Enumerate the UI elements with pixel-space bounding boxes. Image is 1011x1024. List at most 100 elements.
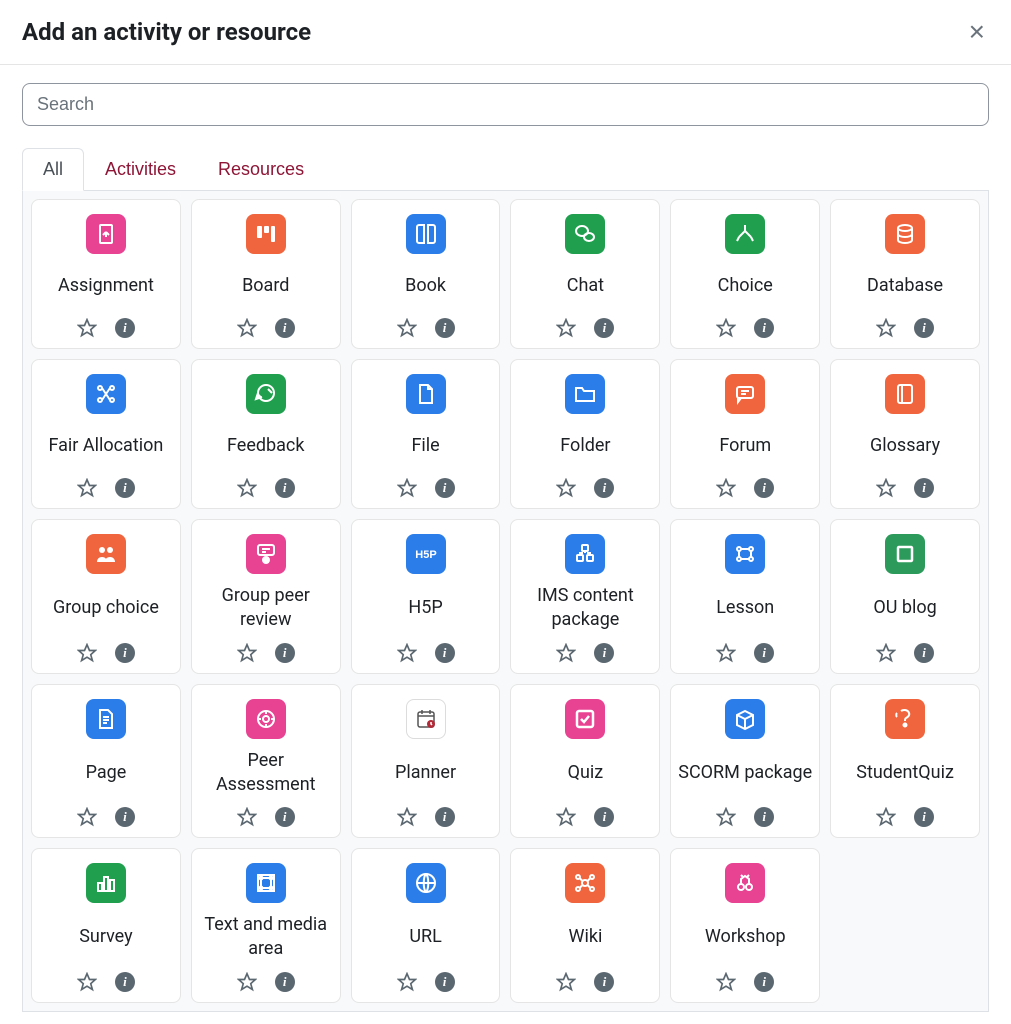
activity-label[interactable]: Workshop xyxy=(705,913,786,962)
info-icon[interactable]: i xyxy=(435,643,455,663)
activity-label[interactable]: Board xyxy=(242,264,289,308)
activity-card-assignment[interactable]: Assignment i xyxy=(31,199,181,349)
star-icon[interactable] xyxy=(77,478,97,498)
info-icon[interactable]: i xyxy=(115,478,135,498)
star-icon[interactable] xyxy=(77,318,97,338)
activity-card-chat[interactable]: Chati xyxy=(510,199,660,349)
star-icon[interactable] xyxy=(77,643,97,663)
activity-label[interactable]: StudentQuiz xyxy=(856,749,954,798)
star-icon[interactable] xyxy=(397,643,417,663)
activity-card-group-choice[interactable]: Group choice i xyxy=(31,519,181,674)
activity-label[interactable]: Fair Allocation xyxy=(48,424,163,468)
activity-label[interactable]: Glossary xyxy=(870,424,940,468)
star-icon[interactable] xyxy=(556,972,576,992)
info-icon[interactable]: i xyxy=(275,972,295,992)
close-button[interactable]: × xyxy=(965,18,989,46)
info-icon[interactable]: i xyxy=(275,807,295,827)
activity-card-ou-blog[interactable]: OU blogi xyxy=(830,519,980,674)
activity-card-group-peer-review[interactable]: Group peer reviewi xyxy=(191,519,341,674)
info-icon[interactable]: i xyxy=(914,318,934,338)
activity-card-glossary[interactable]: Glossary i xyxy=(830,359,980,509)
activity-label[interactable]: SCORM package xyxy=(678,749,812,798)
activity-card-page[interactable]: Page i xyxy=(31,684,181,839)
info-icon[interactable]: i xyxy=(594,643,614,663)
info-icon[interactable]: i xyxy=(115,972,135,992)
star-icon[interactable] xyxy=(556,643,576,663)
info-icon[interactable]: i xyxy=(754,972,774,992)
info-icon[interactable]: i xyxy=(594,478,614,498)
activity-card-folder[interactable]: Folderi xyxy=(510,359,660,509)
activity-card-text-and-media-area[interactable]: Text and media area i xyxy=(191,848,341,1003)
info-icon[interactable]: i xyxy=(754,478,774,498)
star-icon[interactable] xyxy=(876,318,896,338)
activity-card-studentquiz[interactable]: StudentQuiz i xyxy=(830,684,980,839)
star-icon[interactable] xyxy=(716,478,736,498)
star-icon[interactable] xyxy=(556,807,576,827)
activity-label[interactable]: Text and media area xyxy=(198,913,334,962)
info-icon[interactable]: i xyxy=(754,643,774,663)
info-icon[interactable]: i xyxy=(594,807,614,827)
activity-label[interactable]: Group choice xyxy=(53,584,159,633)
info-icon[interactable]: i xyxy=(275,318,295,338)
activity-label[interactable]: Forum xyxy=(719,424,771,468)
star-icon[interactable] xyxy=(77,972,97,992)
activity-label[interactable]: Page xyxy=(86,749,127,798)
activity-label[interactable]: Peer Assessment xyxy=(198,749,334,798)
activity-card-quiz[interactable]: Quizi xyxy=(510,684,660,839)
info-icon[interactable]: i xyxy=(914,807,934,827)
activity-label[interactable]: Planner xyxy=(395,749,456,798)
activity-card-choice[interactable]: Choice i xyxy=(670,199,820,349)
info-icon[interactable]: i xyxy=(115,318,135,338)
activity-card-planner[interactable]: Planner i xyxy=(351,684,501,839)
star-icon[interactable] xyxy=(237,807,257,827)
info-icon[interactable]: i xyxy=(754,318,774,338)
star-icon[interactable] xyxy=(397,972,417,992)
activity-label[interactable]: Wiki xyxy=(568,913,602,962)
activity-label[interactable]: Feedback xyxy=(227,424,304,468)
star-icon[interactable] xyxy=(556,318,576,338)
star-icon[interactable] xyxy=(716,643,736,663)
star-icon[interactable] xyxy=(397,478,417,498)
star-icon[interactable] xyxy=(237,478,257,498)
info-icon[interactable]: i xyxy=(914,478,934,498)
star-icon[interactable] xyxy=(716,807,736,827)
info-icon[interactable]: i xyxy=(115,807,135,827)
star-icon[interactable] xyxy=(716,972,736,992)
activity-card-lesson[interactable]: Lesson i xyxy=(670,519,820,674)
star-icon[interactable] xyxy=(237,643,257,663)
star-icon[interactable] xyxy=(876,478,896,498)
info-icon[interactable]: i xyxy=(115,643,135,663)
activity-card-workshop[interactable]: Workshop i xyxy=(670,848,820,1003)
activity-card-forum[interactable]: Forum i xyxy=(670,359,820,509)
star-icon[interactable] xyxy=(716,318,736,338)
star-icon[interactable] xyxy=(397,318,417,338)
activity-label[interactable]: Choice xyxy=(718,264,773,308)
activity-label[interactable]: Book xyxy=(405,264,446,308)
activity-label[interactable]: Assignment xyxy=(58,264,154,308)
info-icon[interactable]: i xyxy=(275,478,295,498)
activity-card-url[interactable]: URLi xyxy=(351,848,501,1003)
star-icon[interactable] xyxy=(876,643,896,663)
activity-label[interactable]: Lesson xyxy=(716,584,774,633)
activity-card-wiki[interactable]: Wikii xyxy=(510,848,660,1003)
tab-activities[interactable]: Activities xyxy=(84,148,197,191)
activity-label[interactable]: IMS content package xyxy=(517,584,653,633)
activity-label[interactable]: Group peer review xyxy=(198,584,334,633)
star-icon[interactable] xyxy=(77,807,97,827)
activity-label[interactable]: H5P xyxy=(408,584,442,633)
activity-card-survey[interactable]: Surveyi xyxy=(31,848,181,1003)
activity-card-board[interactable]: Board i xyxy=(191,199,341,349)
star-icon[interactable] xyxy=(397,807,417,827)
activity-card-scorm-package[interactable]: SCORM package i xyxy=(670,684,820,839)
star-icon[interactable] xyxy=(876,807,896,827)
activity-card-ims-content-package[interactable]: IMS content package i xyxy=(510,519,660,674)
search-input[interactable] xyxy=(22,83,989,126)
info-icon[interactable]: i xyxy=(435,807,455,827)
info-icon[interactable]: i xyxy=(435,972,455,992)
info-icon[interactable]: i xyxy=(754,807,774,827)
tab-all[interactable]: All xyxy=(22,148,84,191)
activity-label[interactable]: OU blog xyxy=(873,584,936,633)
activity-card-h5p[interactable]: H5PH5Pi xyxy=(351,519,501,674)
star-icon[interactable] xyxy=(556,478,576,498)
info-icon[interactable]: i xyxy=(435,318,455,338)
